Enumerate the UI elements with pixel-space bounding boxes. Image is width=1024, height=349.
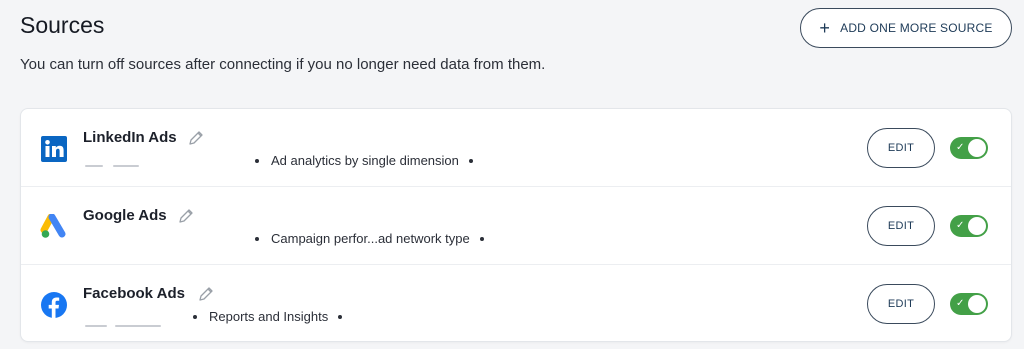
edit-button[interactable]: EDIT	[867, 206, 935, 246]
source-row-linkedin: LinkedIn Ads Ad analytics by single dime…	[21, 109, 1011, 187]
source-row-google-ads: Google Ads Campaign perfor...ad network …	[21, 187, 1011, 265]
plus-icon: +	[819, 18, 831, 38]
toggle-knob	[968, 295, 986, 313]
add-source-button[interactable]: + ADD ONE MORE SOURCE	[800, 8, 1012, 48]
source-description-line: Campaign perfor...ad network type	[255, 231, 484, 246]
bullet-icon	[255, 236, 259, 241]
source-enabled-toggle[interactable]: ✓	[950, 293, 988, 315]
linkedin-logo-icon	[40, 135, 68, 163]
rename-pencil-icon[interactable]	[177, 207, 195, 225]
check-icon: ✓	[956, 298, 965, 309]
account-info-placeholder	[85, 325, 107, 327]
source-description: Reports and Insights	[209, 309, 329, 324]
bullet-icon	[255, 158, 259, 163]
rename-pencil-icon[interactable]	[197, 285, 215, 303]
bullet-icon	[479, 236, 484, 241]
check-icon: ✓	[956, 142, 965, 153]
sources-list: LinkedIn Ads Ad analytics by single dime…	[20, 108, 1012, 342]
facebook-logo-icon	[40, 291, 68, 319]
add-source-label: ADD ONE MORE SOURCE	[840, 21, 993, 35]
source-description-line: Ad analytics by single dimension	[255, 153, 473, 168]
source-row-facebook-ads: Facebook Ads Reports and Insights EDIT ✓	[21, 265, 1011, 343]
account-info-placeholder	[85, 165, 103, 167]
source-description: Campaign perfor...ad network type	[271, 231, 470, 246]
source-enabled-toggle[interactable]: ✓	[950, 215, 988, 237]
source-name: Facebook Ads	[83, 285, 185, 302]
bullet-icon	[193, 314, 197, 319]
check-icon: ✓	[956, 220, 965, 231]
page-title: Sources	[20, 12, 105, 38]
toggle-knob	[968, 217, 986, 235]
source-description: Ad analytics by single dimension	[271, 153, 459, 168]
bullet-icon	[468, 158, 473, 163]
edit-button[interactable]: EDIT	[867, 284, 935, 324]
toggle-knob	[968, 139, 986, 157]
account-info-placeholder	[113, 165, 139, 167]
rename-pencil-icon[interactable]	[187, 129, 205, 147]
google-ads-logo-icon	[40, 213, 68, 241]
account-info-placeholder	[115, 325, 161, 327]
source-enabled-toggle[interactable]: ✓	[950, 137, 988, 159]
source-name: LinkedIn Ads	[83, 129, 177, 146]
edit-button[interactable]: EDIT	[867, 128, 935, 168]
page-subtitle: You can turn off sources after connectin…	[20, 56, 546, 73]
source-name: Google Ads	[83, 207, 167, 224]
source-description-line: Reports and Insights	[193, 309, 343, 324]
bullet-icon	[338, 314, 343, 319]
